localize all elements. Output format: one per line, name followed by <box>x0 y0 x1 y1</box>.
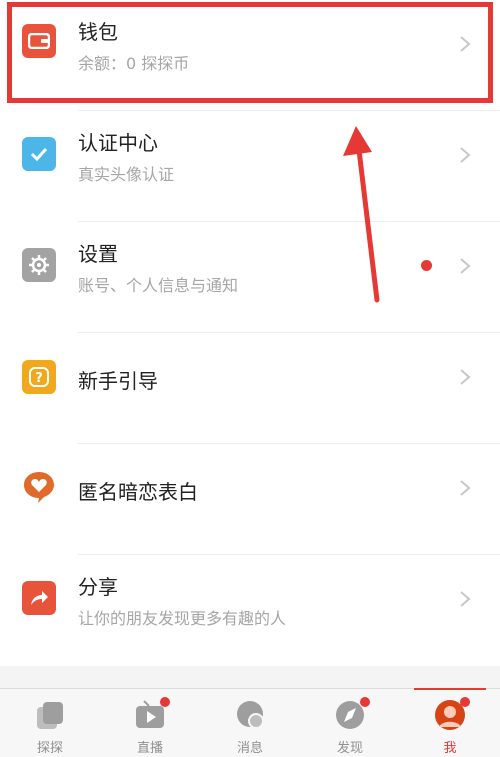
tab-messages[interactable]: 消息 <box>200 689 300 757</box>
menu-item-subtitle: 真实头像认证 <box>78 165 175 184</box>
share-icon <box>22 581 56 615</box>
menu-item-guide[interactable]: ? 新手引导 <box>0 333 500 444</box>
notification-dot <box>360 697 370 707</box>
menu-item-title: 分享 <box>78 575 118 599</box>
notification-dot <box>160 697 170 707</box>
menu-item-subtitle: 账号、个人信息与通知 <box>78 276 239 295</box>
menu-item-subtitle: 余额：0 探探币 <box>78 54 190 73</box>
tab-label: 发现 <box>336 741 363 756</box>
menu-item-subtitle: 让你的朋友发现更多有趣的人 <box>78 609 287 628</box>
menu-item-title: 认证中心 <box>78 131 158 155</box>
chevron-right-icon <box>460 369 471 385</box>
tab-label: 我 <box>443 741 457 756</box>
menu-item-wallet[interactable]: 钱包 余额：0 探探币 <box>0 0 500 111</box>
menu-item-anonymous-crush[interactable]: 匿名暗恋表白 <box>0 444 500 555</box>
tab-label: 探探 <box>36 741 63 756</box>
checkmark-icon <box>22 137 56 171</box>
menu-item-share[interactable]: 分享 让你的朋友发现更多有趣的人 <box>0 555 500 666</box>
svg-text:?: ? <box>35 371 43 386</box>
tab-me[interactable]: 我 <box>400 688 500 757</box>
menu-item-settings[interactable]: 设置 账号、个人信息与通知 <box>0 222 500 333</box>
notification-dot <box>421 260 432 271</box>
chevron-right-icon <box>460 147 471 163</box>
tab-live[interactable]: 直播 <box>100 689 200 757</box>
tab-label: 直播 <box>136 741 163 756</box>
cards-icon <box>37 702 63 729</box>
gear-icon <box>22 248 56 282</box>
notification-dot <box>460 697 470 707</box>
chevron-right-icon <box>460 480 471 496</box>
question-icon: ? <box>22 360 56 394</box>
tab-tantan[interactable]: 探探 <box>0 689 100 757</box>
bottom-tab-bar: 探探 直播 消息 发现 我 <box>0 688 500 757</box>
menu-item-verification[interactable]: 认证中心 真实头像认证 <box>0 111 500 222</box>
tab-label: 消息 <box>236 741 263 756</box>
wallet-icon <box>22 24 56 58</box>
menu-item-title: 匿名暗恋表白 <box>78 480 198 504</box>
tab-discover[interactable]: 发现 <box>300 689 400 757</box>
heart-bubble-icon <box>22 470 56 504</box>
chat-bubble-icon <box>237 701 264 729</box>
menu-item-title: 新手引导 <box>78 369 158 393</box>
chevron-right-icon <box>460 258 471 274</box>
menu-item-title: 设置 <box>78 242 118 266</box>
active-tab-indicator <box>414 688 486 690</box>
chevron-right-icon <box>460 591 471 607</box>
chevron-right-icon <box>460 36 471 52</box>
menu-item-title: 钱包 <box>78 20 118 44</box>
